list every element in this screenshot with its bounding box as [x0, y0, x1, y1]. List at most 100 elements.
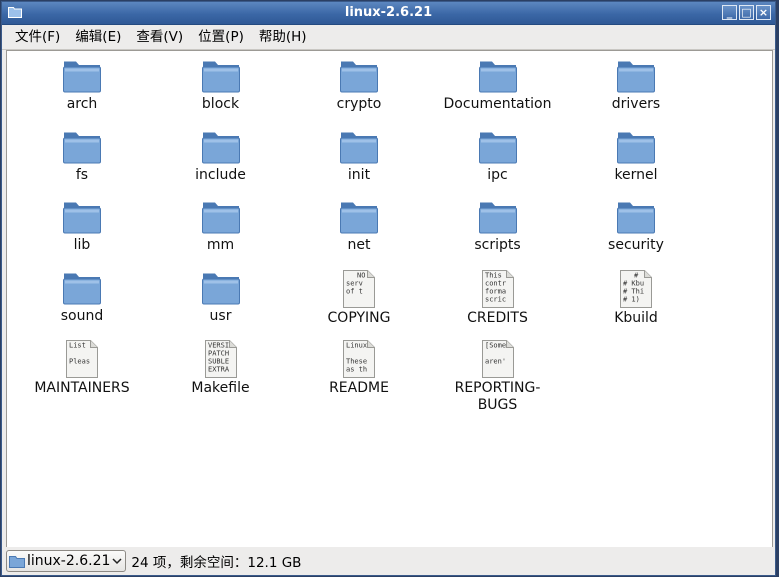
close-button[interactable]: ×	[756, 5, 771, 20]
item-label: lib	[73, 237, 91, 253]
folder-icon	[201, 132, 240, 163]
location-label: linux-2.6.21	[27, 553, 111, 569]
title-bar[interactable]: linux-2.6.21 _ □ ×	[2, 2, 775, 25]
item-label: crypto	[336, 96, 382, 112]
file-item-readme[interactable]: Linux These as th README	[294, 340, 424, 397]
item-label: Kbuild	[614, 309, 658, 326]
folder-icon	[617, 61, 655, 93]
folder-icon	[201, 273, 240, 304]
item-label: block	[201, 96, 240, 112]
file-item-credits[interactable]: This contr forma scric CREDITS	[433, 269, 563, 327]
maximize-button[interactable]: □	[739, 5, 754, 20]
file-item-kbuild[interactable]: # # Kbu # Thi # 1) Kbuild	[571, 269, 701, 327]
item-label: kernel	[614, 166, 658, 183]
text-preview-line: Linux	[346, 342, 367, 350]
text-preview-line: # Kbu	[623, 279, 644, 287]
item-label: arch	[66, 96, 98, 112]
item-label: COPYING	[327, 309, 391, 326]
menu-edit[interactable]: 编辑(E)	[68, 26, 129, 48]
menu-places[interactable]: 位置(P)	[191, 26, 252, 48]
folder-icon	[340, 202, 378, 234]
text-file-icon: ## Kbu# Thi# 1)	[620, 269, 652, 308]
folder-icon	[201, 61, 240, 93]
folder-icon	[63, 202, 101, 234]
text-preview-line: Pleas	[69, 358, 90, 366]
text-preview-line: # Thi	[623, 287, 644, 295]
file-manager-window: linux-2.6.21 _ □ × 文件(F) 编辑(E) 查看(V) 位置(…	[1, 1, 776, 576]
folder-item-usr[interactable]: usr	[156, 270, 286, 325]
item-label: drivers	[611, 96, 661, 112]
text-preview-line: [Some	[485, 342, 506, 350]
folder-item-block[interactable]: block	[156, 58, 286, 113]
text-preview-line: NO	[357, 271, 365, 279]
item-label: usr	[209, 307, 232, 324]
folder-item-ipc[interactable]: ipc	[433, 129, 563, 184]
folder-icon	[340, 61, 378, 93]
text-preview-line: List	[69, 342, 86, 350]
item-label: REPORTING- BUGS	[454, 380, 541, 413]
item-label: sound	[60, 307, 104, 324]
folder-item-init[interactable]: init	[294, 129, 424, 184]
window-title: linux-2.6.21	[344, 5, 433, 20]
text-preview-line: scric	[485, 295, 506, 303]
text-file-icon: [Some aren'	[481, 340, 514, 378]
file-item-reporting-bugs[interactable]: [Some aren' REPORTING- BUGS	[433, 340, 563, 414]
folder-item-fs[interactable]: fs	[17, 129, 147, 184]
menu-file[interactable]: 文件(F)	[8, 26, 68, 48]
folder-item-mm[interactable]: mm	[156, 199, 286, 254]
folder-item-sound[interactable]: sound	[17, 270, 147, 325]
folder-item-lib[interactable]: lib	[17, 199, 147, 254]
text-file-icon: VERSIPATCHSUBLEEXTRA	[204, 340, 237, 378]
text-preview-line: EXTRA	[208, 366, 230, 374]
item-label: init	[347, 166, 371, 183]
text-file-icon: Linux Theseas th	[343, 340, 375, 378]
folder-icon	[478, 202, 517, 234]
item-label: include	[195, 166, 246, 183]
text-file-icon: List Pleas	[66, 340, 98, 378]
chevron-down-icon	[112, 558, 122, 565]
text-preview-line: SUBLE	[208, 358, 229, 366]
folder-item-security[interactable]: security	[571, 199, 701, 254]
folder-icon	[340, 132, 378, 163]
item-label: fs	[75, 166, 89, 183]
folder-icon	[617, 202, 655, 234]
folder-icon	[478, 61, 517, 93]
text-preview-line: VERSI	[208, 342, 229, 350]
text-file-icon: Thiscontrformascric	[481, 269, 514, 308]
item-label: Makefile	[191, 380, 250, 396]
file-item-makefile[interactable]: VERSI PATCH SUBLE EXTRA Makefile	[156, 340, 286, 397]
folder-item-documentation[interactable]: Documentation	[433, 58, 563, 113]
minimize-button[interactable]: _	[722, 5, 737, 20]
file-item-maintainers[interactable]: List Pleas MAINTAINERS	[17, 340, 147, 397]
item-label: net	[347, 237, 371, 253]
folder-icon	[63, 132, 101, 163]
text-preview-line: contr	[485, 279, 506, 287]
file-icon-view[interactable]: arch block crypto Documentation drivers fs inc…	[6, 50, 773, 550]
folder-item-kernel[interactable]: kernel	[571, 129, 701, 184]
text-preview-line: forma	[485, 287, 506, 295]
folder-icon	[617, 132, 655, 163]
status-summary: 24 项，剩余空间：12.1 GB	[131, 555, 302, 571]
folder-icon	[201, 202, 240, 234]
menu-view[interactable]: 查看(V)	[129, 26, 191, 48]
item-label: mm	[206, 237, 235, 253]
item-label: CREDITS	[467, 309, 528, 326]
text-preview-line: PATCH	[208, 350, 229, 358]
file-item-copying[interactable]: NO serv of t COPYING	[294, 269, 424, 327]
folder-item-include[interactable]: include	[156, 129, 286, 184]
folder-icon	[9, 555, 25, 568]
menu-bar: 文件(F) 编辑(E) 查看(V) 位置(P) 帮助(H)	[2, 25, 775, 50]
folder-item-drivers[interactable]: drivers	[571, 58, 701, 113]
folder-item-crypto[interactable]: crypto	[294, 58, 424, 113]
item-label: Documentation	[443, 96, 552, 112]
folder-item-scripts[interactable]: scripts	[433, 199, 563, 254]
folder-item-net[interactable]: net	[294, 199, 424, 254]
folder-item-arch[interactable]: arch	[17, 58, 147, 113]
menu-help[interactable]: 帮助(H)	[252, 26, 315, 48]
text-preview-line: aren'	[485, 358, 506, 366]
location-dropdown[interactable]: linux-2.6.21	[6, 550, 127, 572]
text-file-icon: NOservof t	[343, 269, 375, 308]
text-preview-line: This	[485, 271, 502, 279]
text-preview-line: as th	[346, 366, 367, 374]
item-label: README	[329, 380, 389, 396]
